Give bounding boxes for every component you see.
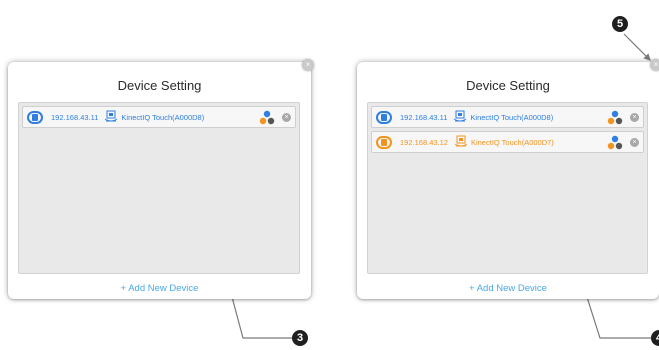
device-name: KinectIQ Touch(A000D7) bbox=[470, 137, 554, 147]
device-list: 192.168.43.11 KinectIQ Touch(A000D8) × 1… bbox=[367, 102, 648, 274]
callout-4: 4 bbox=[651, 330, 659, 346]
remove-device-button[interactable]: × bbox=[630, 113, 639, 122]
callout-5: 5 bbox=[612, 16, 628, 32]
remove-device-button[interactable]: × bbox=[630, 138, 639, 147]
device-name: KinectIQ Touch(A000D8) bbox=[121, 112, 205, 122]
board-icon bbox=[454, 135, 468, 147]
device-list: 192.168.43.11 KinectIQ Touch(A000D8) × bbox=[18, 102, 300, 274]
callout-3: 3 bbox=[292, 330, 308, 346]
power-icon[interactable] bbox=[27, 110, 43, 124]
board-icon bbox=[105, 110, 118, 122]
device-ip: 192.168.43.12 bbox=[400, 137, 448, 147]
device-setting-dialog-2: × Device Setting 192.168.43.11 KinectIQ … bbox=[357, 59, 659, 299]
power-icon[interactable] bbox=[376, 135, 392, 149]
dialog-close-button[interactable]: × bbox=[302, 59, 314, 71]
add-new-device-link[interactable]: + Add New Device bbox=[8, 283, 311, 294]
device-row[interactable]: 192.168.43.12 KinectIQ Touch(A000D7) × bbox=[371, 131, 644, 153]
device-row[interactable]: 192.168.43.11 KinectIQ Touch(A000D8) × bbox=[371, 106, 644, 128]
device-setting-dialog-1: × Device Setting 192.168.43.11 KinectIQ … bbox=[8, 59, 314, 299]
power-icon[interactable] bbox=[376, 110, 392, 124]
device-row[interactable]: 192.168.43.11 KinectIQ Touch(A000D8) × bbox=[22, 106, 296, 128]
device-name: KinectIQ Touch(A000D8) bbox=[470, 112, 554, 122]
leader-line-5 bbox=[623, 33, 651, 61]
color-dots-icon[interactable] bbox=[259, 110, 275, 125]
device-ip: 192.168.43.11 bbox=[400, 112, 448, 122]
board-icon bbox=[454, 110, 467, 122]
dialog-title: Device Setting bbox=[117, 78, 202, 93]
remove-device-button[interactable]: × bbox=[282, 113, 291, 122]
dialog-title: Device Setting bbox=[466, 78, 550, 93]
add-new-device-link[interactable]: + Add New Device bbox=[357, 283, 659, 294]
color-dots-icon[interactable] bbox=[607, 110, 623, 125]
color-dots-icon[interactable] bbox=[607, 135, 623, 150]
dialog-close-button[interactable]: × bbox=[650, 59, 659, 71]
device-ip: 192.168.43.11 bbox=[51, 112, 99, 122]
